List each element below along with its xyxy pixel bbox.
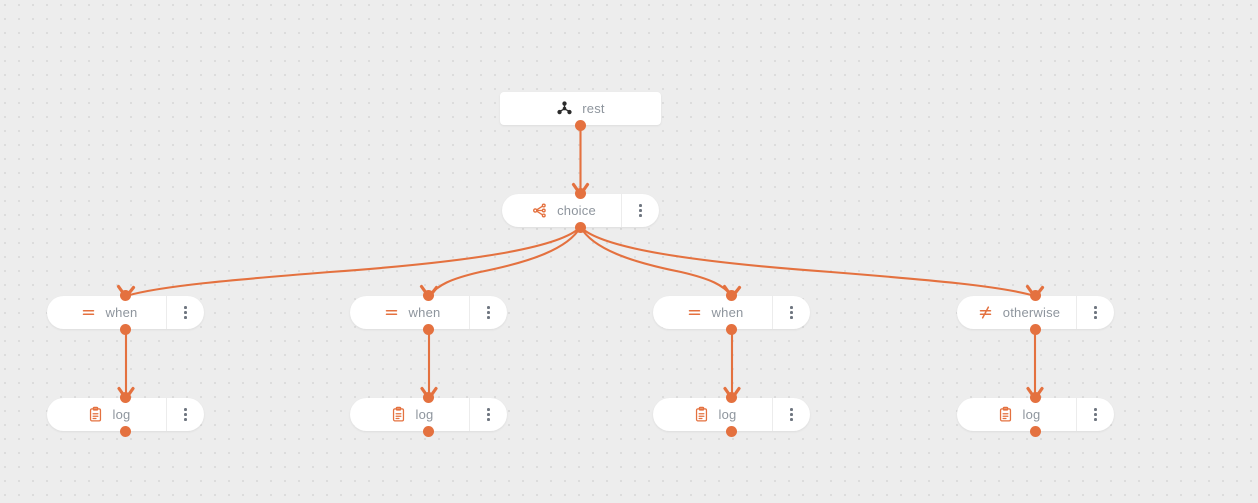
- kebab-menu-icon: [487, 306, 490, 319]
- node-log-3-body: log: [653, 398, 772, 431]
- node-otherwise-body: otherwise: [957, 296, 1076, 329]
- node-when-3-label: when: [711, 305, 744, 320]
- not-equals-icon: [977, 304, 994, 321]
- node-log-3-menu-button[interactable]: [772, 398, 810, 431]
- port-rest-out[interactable]: [575, 120, 586, 131]
- edge-when-1-log-1: [117, 327, 135, 401]
- kebab-menu-icon: [1094, 306, 1097, 319]
- node-choice-body: choice: [502, 194, 621, 227]
- kebab-menu-icon: [487, 408, 490, 421]
- port-choice-in[interactable]: [575, 188, 586, 199]
- node-log-2[interactable]: log: [350, 392, 507, 437]
- port-when-1-in[interactable]: [120, 290, 131, 301]
- equals-icon: [80, 304, 97, 321]
- port-log-2-in[interactable]: [423, 392, 434, 403]
- node-when-1-body: when: [47, 296, 166, 329]
- node-log-3[interactable]: log: [653, 392, 810, 437]
- clipboard-icon: [693, 406, 710, 423]
- edge-choice-when-3: [579, 225, 742, 299]
- node-when-2[interactable]: when: [350, 290, 507, 335]
- node-when-2-label: when: [408, 305, 441, 320]
- edge-when-3-log-3: [723, 327, 741, 401]
- edge-otherwise-log-4: [1026, 327, 1044, 401]
- workflow-canvas[interactable]: rest choice when when when otherwise log…: [0, 0, 1258, 503]
- network-nodes-icon: [556, 100, 573, 117]
- node-log-3-label: log: [718, 407, 737, 422]
- edge-choice-when-1: [116, 225, 582, 299]
- node-when-3-menu-button[interactable]: [772, 296, 810, 329]
- port-when-3-in[interactable]: [726, 290, 737, 301]
- port-when-3-out[interactable]: [726, 324, 737, 335]
- node-when-3-body: when: [653, 296, 772, 329]
- node-rest[interactable]: rest: [500, 92, 661, 131]
- node-log-2-body: log: [350, 398, 469, 431]
- port-log-3-in[interactable]: [726, 392, 737, 403]
- node-when-1[interactable]: when: [47, 290, 204, 335]
- node-otherwise-menu-button[interactable]: [1076, 296, 1114, 329]
- node-log-4-body: log: [957, 398, 1076, 431]
- node-log-4[interactable]: log: [957, 392, 1114, 437]
- node-log-1-body: log: [47, 398, 166, 431]
- kebab-menu-icon: [790, 408, 793, 421]
- node-otherwise-label: otherwise: [1002, 305, 1061, 320]
- port-otherwise-in[interactable]: [1030, 290, 1041, 301]
- port-when-1-out[interactable]: [120, 324, 131, 335]
- edge-rest-choice: [571, 120, 590, 197]
- port-log-4-in[interactable]: [1030, 392, 1041, 403]
- port-when-2-in[interactable]: [423, 290, 434, 301]
- node-choice-menu-button[interactable]: [621, 194, 659, 227]
- clipboard-icon: [390, 406, 407, 423]
- kebab-menu-icon: [639, 204, 642, 217]
- node-when-2-body: when: [350, 296, 469, 329]
- node-choice[interactable]: choice: [502, 188, 659, 233]
- node-when-1-label: when: [105, 305, 138, 320]
- node-log-4-menu-button[interactable]: [1076, 398, 1114, 431]
- edge-choice-otherwise: [579, 225, 1045, 299]
- port-log-1-out[interactable]: [120, 426, 131, 437]
- node-log-2-label: log: [415, 407, 434, 422]
- port-when-2-out[interactable]: [423, 324, 434, 335]
- node-log-2-menu-button[interactable]: [469, 398, 507, 431]
- node-when-1-menu-button[interactable]: [166, 296, 204, 329]
- kebab-menu-icon: [790, 306, 793, 319]
- clipboard-icon: [87, 406, 104, 423]
- kebab-menu-icon: [1094, 408, 1097, 421]
- kebab-menu-icon: [184, 408, 187, 421]
- node-log-1-menu-button[interactable]: [166, 398, 204, 431]
- node-log-1[interactable]: log: [47, 392, 204, 437]
- port-log-2-out[interactable]: [423, 426, 434, 437]
- edge-choice-when-2: [419, 225, 582, 299]
- port-log-3-out[interactable]: [726, 426, 737, 437]
- node-when-3[interactable]: when: [653, 290, 810, 335]
- port-log-4-out[interactable]: [1030, 426, 1041, 437]
- port-otherwise-out[interactable]: [1030, 324, 1041, 335]
- port-log-1-in[interactable]: [120, 392, 131, 403]
- branch-icon: [531, 202, 548, 219]
- node-log-1-label: log: [112, 407, 131, 422]
- equals-icon: [383, 304, 400, 321]
- kebab-menu-icon: [184, 306, 187, 319]
- equals-icon: [686, 304, 703, 321]
- node-when-2-menu-button[interactable]: [469, 296, 507, 329]
- node-rest-label: rest: [582, 101, 605, 116]
- node-log-4-label: log: [1022, 407, 1041, 422]
- port-choice-out[interactable]: [575, 222, 586, 233]
- clipboard-icon: [997, 406, 1014, 423]
- node-otherwise[interactable]: otherwise: [957, 290, 1114, 335]
- edge-when-2-log-2: [420, 327, 438, 401]
- node-choice-label: choice: [557, 203, 596, 218]
